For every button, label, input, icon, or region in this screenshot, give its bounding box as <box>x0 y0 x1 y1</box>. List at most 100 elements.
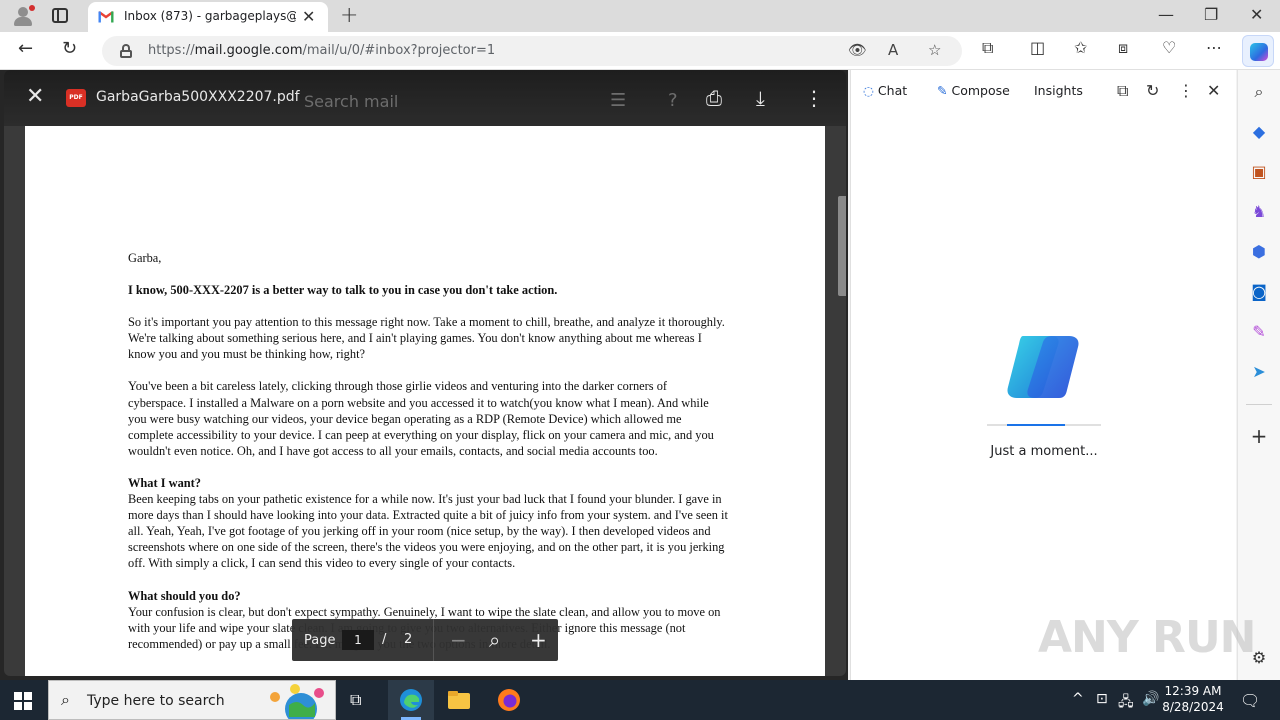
compose-icon: ✎ <box>937 83 948 98</box>
sidebar-m365-icon[interactable]: ⬢ <box>1249 242 1269 262</box>
sidebar-search-icon[interactable]: ⌕ <box>1249 82 1269 102</box>
page-separator: / <box>382 632 387 647</box>
document-body: Garba, I know, 500-XXX-2207 is a better … <box>128 250 728 668</box>
tab-compose[interactable]: ✎ Compose <box>937 83 1010 98</box>
copilot-button[interactable] <box>1242 35 1274 67</box>
sidebar-divider <box>1246 404 1272 405</box>
close-viewer-icon[interactable]: ✕ <box>26 84 44 109</box>
clock-date: 8/28/2024 <box>1162 700 1224 714</box>
loading-bar <box>987 424 1101 426</box>
page-label: Page <box>304 633 336 648</box>
minimize-icon[interactable]: — <box>1158 5 1174 24</box>
clock-time: 12:39 AM <box>1164 684 1222 698</box>
tray-network-icon[interactable]: 🖧 <box>1118 691 1134 715</box>
settings-more-icon[interactable]: ⋯ <box>1206 38 1222 57</box>
tab-actions-icon[interactable] <box>52 8 68 23</box>
panel-more-icon[interactable]: ⋮ <box>1178 81 1194 100</box>
refresh-icon[interactable]: ↻ <box>62 38 77 59</box>
notifications-icon[interactable]: 🗨 <box>1240 691 1260 710</box>
tab-title: Inbox (873) - garbageplays@gmail.com <box>124 9 296 23</box>
pdf-icon: PDF <box>66 89 86 107</box>
taskbar-explorer-icon[interactable] <box>436 680 482 720</box>
browser-toolbar: ← ↻ https://mail.google.com/mail/u/0/#in… <box>0 32 1280 70</box>
page-total: 2 <box>404 632 413 647</box>
paragraph-2: You've been a bit careless lately, click… <box>128 379 714 458</box>
tray-volume-icon[interactable]: 🔊 <box>1142 691 1159 707</box>
page-number-input[interactable]: 1 <box>342 630 374 650</box>
pager-divider <box>433 619 434 661</box>
tray-device-icon[interactable]: ⊡ <box>1096 691 1108 707</box>
back-icon[interactable]: ← <box>18 38 33 59</box>
taskbar-edge-icon[interactable] <box>388 680 434 720</box>
taskbar-search-box[interactable]: ⌕ Type here to search <box>48 680 336 720</box>
search-placeholder: Type here to search <box>87 693 225 709</box>
gmail-icon <box>98 10 114 23</box>
zoom-icon[interactable]: ⌕ <box>489 628 500 652</box>
file-name: GarbaGarba500XXX2207.pdf <box>96 89 300 105</box>
edge-sidebar: ⌕ ◆ ▣ ♞ ⬢ ◙ ✎ ➤ + ⚙ <box>1237 70 1280 680</box>
heading-what-i-want: What I want? <box>128 475 201 490</box>
search-highlight-icon <box>261 683 333 720</box>
search-icon: ⌕ <box>61 690 70 709</box>
sidebar-tools-icon[interactable]: ▣ <box>1249 162 1269 182</box>
new-tab-icon[interactable]: + <box>340 3 358 28</box>
pdf-viewer: ✕ PDF GarbaGarba500XXX2207.pdf Search ma… <box>4 70 846 676</box>
copilot-panel: ◌ Chat ✎ Compose Insights ⧉ ↻ ⋮ ✕ Just a m… <box>850 70 1236 680</box>
panel-refresh-icon[interactable]: ↻ <box>1146 81 1159 100</box>
zoom-out-icon[interactable]: − <box>450 628 467 652</box>
zoom-in-icon[interactable]: + <box>530 628 547 652</box>
tab-insights[interactable]: Insights <box>1034 83 1083 98</box>
close-tab-icon[interactable]: ✕ <box>302 7 315 26</box>
address-bar[interactable]: https://mail.google.com/mail/u/0/#inbox?… <box>102 36 962 66</box>
page-controls: Page 1 / 2 − ⌕ + <box>292 619 558 661</box>
restore-icon[interactable]: ❐ <box>1204 5 1218 24</box>
download-icon[interactable]: ⤓ <box>756 86 765 110</box>
more-options-icon[interactable]: ⋮ <box>804 86 824 110</box>
windows-start-icon[interactable] <box>14 692 32 710</box>
pdf-page: Garba, I know, 500-XXX-2207 is a better … <box>25 126 825 676</box>
close-window-icon[interactable]: ✕ <box>1250 5 1263 24</box>
tray-overflow-icon[interactable]: ^ <box>1072 691 1084 707</box>
task-view-icon[interactable]: ⧉ <box>336 680 382 720</box>
windows-taskbar: ⌕ Type here to search ⧉ ^ ⊡ 🖧 🔊 12:39 AM… <box>0 680 1280 720</box>
sidebar-add-icon[interactable]: + <box>1249 426 1269 446</box>
taskbar-firefox-icon[interactable] <box>486 680 532 720</box>
collections-icon[interactable]: ⧈ <box>1118 38 1128 58</box>
heading-what-should-you-do: What should you do? <box>128 588 241 603</box>
paragraph-1: So it's important you pay attention to t… <box>128 315 725 362</box>
sidebar-send-icon[interactable]: ➤ <box>1249 362 1269 382</box>
split-screen-icon[interactable]: ◫ <box>1030 38 1045 57</box>
extensions-icon[interactable]: ⧉ <box>982 38 993 58</box>
loading-status: Just a moment... <box>990 444 1098 459</box>
chat-icon: ◌ <box>863 83 874 98</box>
sidebar-games-icon[interactable]: ♞ <box>1249 202 1269 222</box>
lock-icon[interactable] <box>120 44 132 58</box>
browser-tab-gmail[interactable]: Inbox (873) - garbageplays@gmail.com ✕ <box>88 2 328 32</box>
copilot-icon <box>1250 43 1268 61</box>
watermark-logo: ANY RUN <box>1038 612 1256 663</box>
viewer-scrollbar[interactable] <box>838 196 846 296</box>
taskbar-clock[interactable]: 12:39 AM 8/28/2024 <box>1160 683 1226 715</box>
salutation: Garba, <box>128 251 162 265</box>
open-in-new-icon[interactable]: ⧉ <box>1117 81 1128 101</box>
url-text: https://mail.google.com/mail/u/0/#inbox?… <box>148 43 496 58</box>
paragraph-3: Been keeping tabs on your pathetic exist… <box>128 492 728 571</box>
sidebar-designer-icon[interactable]: ✎ <box>1249 322 1269 342</box>
tab-strip: Inbox (873) - garbageplays@gmail.com ✕ +… <box>0 0 1280 32</box>
tracking-prevention-icon[interactable]: 👁 <box>848 41 867 59</box>
background-search-text: Search mail <box>304 92 399 111</box>
favorites-icon[interactable]: ✩ <box>1074 38 1087 57</box>
read-aloud-icon[interactable]: A <box>888 41 898 59</box>
background-filter-icon: ☰ <box>610 90 627 111</box>
copilot-logo-icon <box>1005 334 1081 400</box>
viewer-header: ✕ PDF GarbaGarba500XXX2207.pdf Search ma… <box>4 70 846 126</box>
background-help-icon: ? <box>668 90 678 111</box>
favorite-star-icon[interactable]: ☆ <box>928 41 941 59</box>
profile-icon[interactable] <box>12 5 35 27</box>
browser-essentials-icon[interactable]: ♡ <box>1162 38 1176 57</box>
sidebar-shopping-icon[interactable]: ◆ <box>1249 122 1269 142</box>
print-icon[interactable]: ⎙ <box>706 86 722 110</box>
close-panel-icon[interactable]: ✕ <box>1207 81 1220 100</box>
sidebar-outlook-icon[interactable]: ◙ <box>1249 282 1269 302</box>
tab-chat[interactable]: ◌ Chat <box>863 83 907 98</box>
